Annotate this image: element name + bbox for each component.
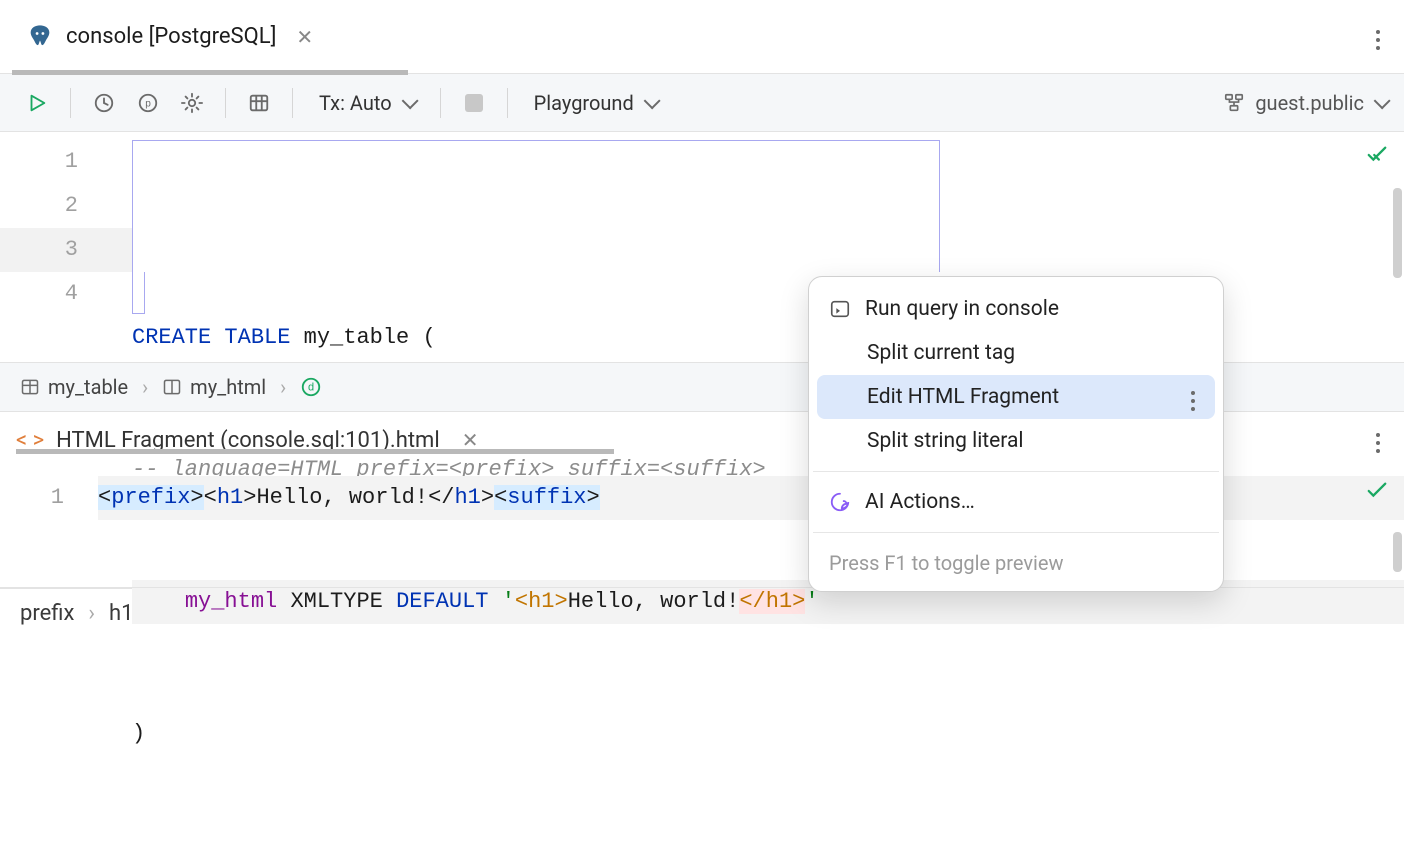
- ctx-split-string[interactable]: Split string literal: [809, 419, 1223, 463]
- breadcrumb-separator: ›: [88, 601, 95, 626]
- separator: [292, 88, 293, 118]
- table-icon: [20, 377, 40, 397]
- status-ok-icon: [1366, 480, 1388, 502]
- breadcrumb-item[interactable]: h1: [109, 601, 133, 626]
- ctx-run-query[interactable]: Run query in console: [809, 287, 1223, 331]
- menu-separator: [813, 471, 1219, 472]
- line-number: 3: [0, 228, 132, 272]
- data-grid-button[interactable]: [240, 84, 278, 122]
- scrollbar[interactable]: [1393, 188, 1402, 278]
- tab-active-indicator: [12, 70, 408, 75]
- separator: [70, 88, 71, 118]
- editor-gutter: 1: [0, 468, 98, 587]
- run-button[interactable]: [18, 84, 56, 122]
- editor-tab-console[interactable]: console [PostgreSQL] ✕: [12, 0, 327, 74]
- schema-icon: [1223, 92, 1245, 114]
- tx-mode-dropdown[interactable]: Tx: Auto: [307, 84, 426, 122]
- ai-icon: [829, 491, 851, 513]
- editor-tab-bar: console [PostgreSQL] ✕: [0, 0, 1404, 74]
- line-number: 1: [0, 140, 132, 184]
- selection-box: [132, 140, 940, 272]
- editor-gutter: 1 2 3 4: [0, 132, 132, 362]
- tab-options-button[interactable]: [1376, 28, 1380, 46]
- chevron-down-icon: [401, 92, 418, 109]
- ctx-edit-html-fragment[interactable]: Edit HTML Fragment: [817, 375, 1215, 419]
- parameters-button[interactable]: p: [129, 84, 167, 122]
- console-icon: [829, 298, 851, 320]
- chevron-down-icon: [643, 92, 660, 109]
- separator: [440, 88, 441, 118]
- menu-separator: [813, 532, 1219, 533]
- separator: [507, 88, 508, 118]
- breadcrumb-item[interactable]: prefix: [20, 601, 74, 626]
- svg-text:p: p: [145, 98, 151, 109]
- tab-active-indicator: [16, 449, 614, 454]
- line-number: 2: [0, 184, 132, 228]
- separator: [225, 88, 226, 118]
- stop-button[interactable]: [455, 84, 493, 122]
- selection-box: [132, 272, 145, 314]
- fragment-options-button[interactable]: [1376, 431, 1380, 449]
- close-icon[interactable]: ✕: [296, 25, 313, 49]
- tab-title: console [PostgreSQL]: [66, 24, 276, 49]
- context-menu: Run query in console Split current tag E…: [808, 276, 1224, 592]
- schema-selector[interactable]: guest.public: [1223, 91, 1386, 115]
- status-ok-icon: [1366, 144, 1388, 166]
- line-number: 1: [0, 476, 98, 520]
- scrollbar[interactable]: [1393, 532, 1402, 572]
- submenu-indicator-icon: [1191, 385, 1195, 409]
- ctx-split-tag[interactable]: Split current tag: [809, 331, 1223, 375]
- postgresql-icon: [26, 23, 54, 51]
- history-button[interactable]: [85, 84, 123, 122]
- settings-button[interactable]: [173, 84, 211, 122]
- context-menu-hint: Press F1 to toggle preview: [809, 541, 1223, 581]
- sql-toolbar: p Tx: Auto Playground guest.public: [0, 74, 1404, 132]
- fragment-tab[interactable]: < > HTML Fragment (console.sql:101).html…: [16, 428, 478, 453]
- playground-dropdown[interactable]: Playground: [522, 84, 668, 122]
- ctx-ai-actions[interactable]: AI Actions…: [809, 480, 1223, 524]
- breadcrumb-item[interactable]: my_table: [20, 375, 128, 399]
- line-number: 4: [0, 272, 132, 316]
- chevron-down-icon: [1374, 92, 1391, 109]
